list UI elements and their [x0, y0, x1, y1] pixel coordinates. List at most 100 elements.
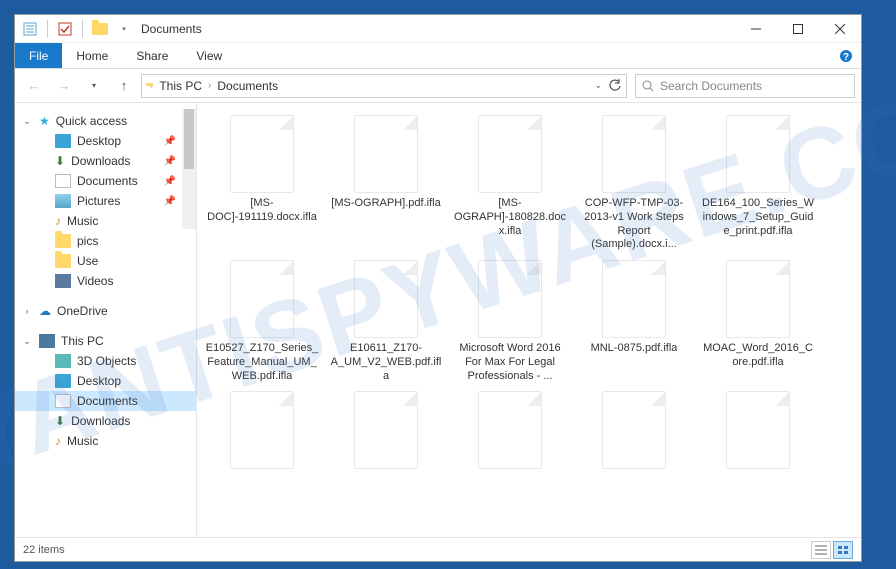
sidebar-item-pics[interactable]: pics — [15, 231, 196, 251]
sidebar-item-3d-objects[interactable]: 3D Objects — [15, 351, 196, 371]
search-input[interactable]: Search Documents — [635, 74, 855, 98]
monitor-icon — [55, 374, 71, 388]
file-item[interactable]: COP-WFP-TMP-03-2013-v1 Work Steps Report… — [577, 115, 691, 252]
label: Desktop — [77, 134, 121, 148]
file-item[interactable] — [577, 391, 691, 473]
chevron-down-icon[interactable]: ⌄ — [21, 336, 33, 347]
sidebar-item-downloads[interactable]: ⬇Downloads — [15, 411, 196, 431]
file-item[interactable]: DE164_100_Series_Windows_7_Setup_Guide_p… — [701, 115, 815, 252]
scrollbar[interactable] — [182, 109, 196, 229]
help-icon[interactable]: ? — [839, 43, 861, 68]
tab-file[interactable]: File — [15, 43, 62, 68]
file-icon — [478, 115, 542, 193]
address-dropdown-icon[interactable]: ⌄ — [594, 80, 602, 91]
file-icon — [602, 260, 666, 338]
details-view-button[interactable] — [811, 541, 831, 559]
close-button[interactable] — [819, 15, 861, 43]
up-button[interactable]: ↑ — [111, 73, 137, 99]
sidebar-item-use[interactable]: Use — [15, 251, 196, 271]
file-icon — [602, 115, 666, 193]
back-button[interactable]: ← — [21, 73, 47, 99]
checkbox-icon[interactable] — [56, 20, 74, 38]
file-item[interactable]: [MS-OGRAPH]-180828.docx.ifla — [453, 115, 567, 252]
pic-icon — [55, 194, 71, 208]
cloud-icon: ☁ — [39, 304, 51, 318]
file-item[interactable]: [MS-DOC]-191119.docx.ifla — [205, 115, 319, 252]
sidebar-item-videos[interactable]: Videos — [15, 271, 196, 291]
file-item[interactable] — [205, 391, 319, 473]
file-icon — [602, 391, 666, 469]
file-icon — [230, 115, 294, 193]
breadcrumb-root[interactable]: This PC — [157, 79, 204, 93]
minimize-button[interactable] — [735, 15, 777, 43]
file-item[interactable] — [453, 391, 567, 473]
folder-icon — [91, 20, 109, 38]
dropdown-icon[interactable]: ▾ — [115, 20, 133, 38]
divider — [82, 20, 83, 38]
file-icon — [478, 391, 542, 469]
address-bar[interactable]: › This PC › Documents ⌄ — [141, 74, 627, 98]
properties-icon[interactable] — [21, 20, 39, 38]
recent-dropdown-icon[interactable]: ▾ — [81, 73, 107, 99]
forward-button[interactable]: → — [51, 73, 77, 99]
sidebar-item-downloads[interactable]: ⬇Downloads📌 — [15, 151, 196, 171]
status-bar: 22 items — [15, 537, 861, 561]
maximize-button[interactable] — [777, 15, 819, 43]
ribbon: File Home Share View ? — [15, 43, 861, 69]
refresh-icon[interactable] — [608, 79, 622, 93]
file-name: [MS-OGRAPH].pdf.ifla — [331, 197, 440, 211]
icons-view-button[interactable] — [833, 541, 853, 559]
label: Music — [67, 434, 98, 448]
label: Downloads — [71, 154, 130, 168]
chevron-right-icon[interactable]: › — [208, 80, 211, 91]
file-icon — [726, 115, 790, 193]
sidebar-item-music[interactable]: ♪Music — [15, 211, 196, 231]
sidebar-item-music[interactable]: ♪ Music — [15, 431, 196, 451]
chevron-down-icon[interactable]: ⌄ — [21, 116, 33, 127]
window-title: Documents — [141, 22, 202, 36]
tab-home[interactable]: Home — [62, 43, 122, 68]
label: This PC — [61, 334, 104, 348]
label: Use — [77, 254, 98, 268]
window-controls — [735, 15, 861, 43]
folder-icon — [55, 254, 71, 268]
file-item[interactable]: E10527_Z170_Series_Feature_Manual_UM_WEB… — [205, 260, 319, 383]
monitor-icon — [55, 134, 71, 148]
file-name: DE164_100_Series_Windows_7_Setup_Guide_p… — [701, 197, 815, 238]
label: Pictures — [77, 194, 120, 208]
sidebar-onedrive[interactable]: › ☁ OneDrive — [15, 301, 196, 321]
file-list[interactable]: [MS-DOC]-191119.docx.ifla [MS-OGRAPH].pdf… — [197, 103, 861, 537]
chevron-right-icon[interactable]: › — [150, 80, 153, 91]
tab-share[interactable]: Share — [122, 43, 182, 68]
file-name: E10611_Z170-A_UM_V2_WEB.pdf.ifla — [329, 342, 443, 383]
file-item[interactable]: E10611_Z170-A_UM_V2_WEB.pdf.ifla — [329, 260, 443, 383]
sidebar-item-pictures[interactable]: Pictures📌 — [15, 191, 196, 211]
sidebar-item-desktop[interactable]: Desktop📌 — [15, 131, 196, 151]
music-icon: ♪ — [55, 434, 61, 448]
sidebar-item-desktop[interactable]: Desktop — [15, 371, 196, 391]
file-item[interactable] — [329, 391, 443, 473]
label: pics — [77, 234, 98, 248]
scrollbar-thumb[interactable] — [184, 109, 194, 169]
item-count: 22 items — [23, 544, 65, 556]
file-name: [MS-OGRAPH]-180828.docx.ifla — [453, 197, 567, 238]
breadcrumb-current[interactable]: Documents — [215, 79, 280, 93]
file-item[interactable]: Microsoft Word 2016 For Max For Legal Pr… — [453, 260, 567, 383]
doc-icon — [55, 174, 71, 188]
sidebar-quick-access[interactable]: ⌄ ★ Quick access — [15, 111, 196, 131]
chevron-right-icon[interactable]: › — [21, 306, 33, 316]
navigation-pane: ⌄ ★ Quick access Desktop📌⬇Downloads📌Docu… — [15, 103, 197, 537]
file-item[interactable]: MNL-0875.pdf.ifla — [577, 260, 691, 383]
sidebar-this-pc[interactable]: ⌄ This PC — [15, 331, 196, 351]
file-name: COP-WFP-TMP-03-2013-v1 Work Steps Report… — [577, 197, 691, 252]
file-name: Microsoft Word 2016 For Max For Legal Pr… — [453, 342, 567, 383]
sidebar-item-documents[interactable]: Documents📌 — [15, 171, 196, 191]
sidebar-item-documents[interactable]: Documents — [15, 391, 196, 411]
label: OneDrive — [57, 304, 108, 318]
tab-view[interactable]: View — [182, 43, 236, 68]
search-placeholder: Search Documents — [660, 79, 762, 93]
file-item[interactable] — [701, 391, 815, 473]
file-icon — [726, 391, 790, 469]
file-item[interactable]: [MS-OGRAPH].pdf.ifla — [329, 115, 443, 252]
file-item[interactable]: MOAC_Word_2016_Core.pdf.ifla — [701, 260, 815, 383]
